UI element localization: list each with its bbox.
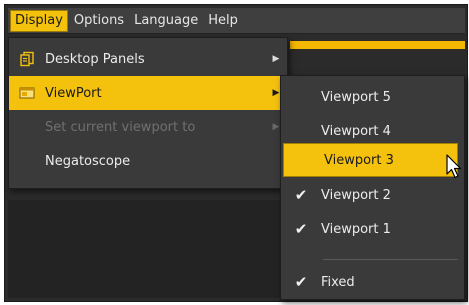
menu-separator (323, 259, 458, 260)
app-window: Display Options Language Help Desktop Pa… (0, 0, 469, 305)
menu-item-label: ViewPort (45, 85, 102, 101)
viewport-icon (9, 86, 45, 100)
menu-item-label: Desktop Panels (45, 51, 145, 67)
submenu-item-fixed[interactable]: ✔ Fixed (281, 265, 464, 299)
menu-display[interactable]: Display (10, 9, 68, 32)
desktop-panels-icon (9, 51, 45, 67)
menu-item-set-current-viewport: Set current viewport to ▶ (9, 110, 287, 144)
menu-language[interactable]: Language (130, 10, 202, 32)
menu-bar: Display Options Language Help (8, 8, 465, 34)
accent-bar (290, 41, 465, 49)
check-icon: ✔ (294, 273, 308, 291)
menu-item-label: Negatoscope (45, 153, 131, 169)
submenu-item-viewport-2[interactable]: ✔ Viewport 2 (281, 178, 464, 212)
submenu-item-viewport-3[interactable]: Viewport 3 (283, 143, 458, 177)
submenu-item-label: Viewport 5 (321, 89, 391, 105)
submenu-item-label: Viewport 1 (321, 221, 391, 237)
display-dropdown-menu: Desktop Panels ▶ ViewPort ▶ Set current … (8, 37, 288, 189)
menu-help[interactable]: Help (204, 10, 242, 32)
submenu-item-viewport-1[interactable]: ✔ Viewport 1 (281, 212, 464, 246)
menu-item-negatoscope[interactable]: Negatoscope (9, 144, 287, 178)
submenu-item-viewport-5[interactable]: Viewport 5 (281, 80, 464, 114)
check-icon: ✔ (294, 186, 308, 204)
submenu-item-label: Viewport 2 (321, 187, 391, 203)
viewport-submenu: Viewport 5 Viewport 4 Viewport 3 ✔ Viewp… (280, 75, 465, 300)
submenu-arrow-icon: ▶ (272, 54, 280, 64)
menu-item-viewport[interactable]: ViewPort ▶ (9, 76, 287, 110)
menu-item-desktop-panels[interactable]: Desktop Panels ▶ (9, 42, 287, 76)
check-icon: ✔ (294, 220, 308, 238)
submenu-item-label: Viewport 3 (324, 152, 394, 168)
menu-options[interactable]: Options (70, 10, 128, 32)
submenu-item-label: Fixed (321, 274, 355, 290)
mouse-pointer-icon (446, 154, 462, 179)
submenu-item-label: Viewport 4 (321, 123, 391, 139)
menu-item-label: Set current viewport to (45, 119, 196, 135)
